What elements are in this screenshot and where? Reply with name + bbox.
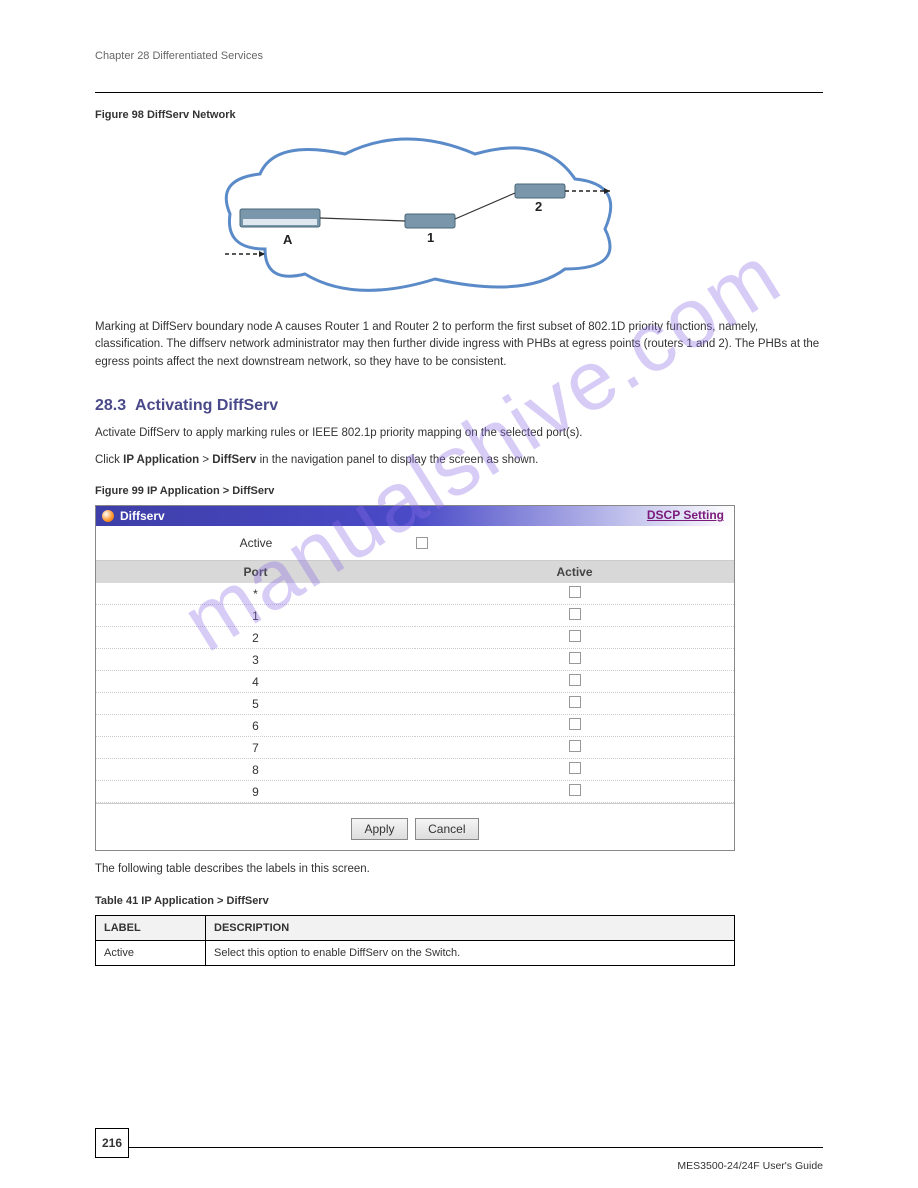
active-cell xyxy=(415,649,734,671)
header-rule xyxy=(95,92,823,93)
description-table: LABEL DESCRIPTION ActiveSelect this opti… xyxy=(95,915,735,966)
port-cell: * xyxy=(96,583,415,605)
port-cell: 1 xyxy=(96,605,415,627)
diffserv-screenshot: Diffserv DSCP Setting Active Port Active… xyxy=(95,505,735,851)
page-content: Chapter 28 Differentiated Services Figur… xyxy=(0,0,918,966)
active-cell xyxy=(415,671,734,693)
table-row: 5 xyxy=(96,693,734,715)
link-a-1 xyxy=(320,218,405,221)
section-title: Activating DiffServ xyxy=(135,397,278,414)
table-intro-text: The following table describes the labels… xyxy=(95,861,823,878)
active-cell xyxy=(415,693,734,715)
top-active-checkbox[interactable] xyxy=(416,537,428,549)
desc-label-header: LABEL xyxy=(96,915,206,940)
section-number: 28.3 xyxy=(95,397,126,414)
switch-a-device xyxy=(240,209,320,227)
port-active-checkbox[interactable] xyxy=(569,718,581,730)
screenshot-header: Diffserv DSCP Setting xyxy=(96,506,734,526)
dscp-setting-link[interactable]: DSCP Setting xyxy=(647,508,724,522)
port-cell: 5 xyxy=(96,693,415,715)
port-active-checkbox[interactable] xyxy=(569,586,581,598)
port-active-checkbox[interactable] xyxy=(569,696,581,708)
click-instruction: Click IP Application > DiffServ in the n… xyxy=(95,452,823,469)
port-table: Port Active *123456789 xyxy=(96,561,734,803)
desc-description-cell: Select this option to enable DiffServ on… xyxy=(206,940,735,965)
top-active-row: Active xyxy=(96,526,734,561)
page-footer: 216 MES3500-24/24F User's Guide xyxy=(95,1147,823,1148)
footer-guide-text: MES3500-24/24F User's Guide xyxy=(677,1160,823,1172)
port-active-checkbox[interactable] xyxy=(569,630,581,642)
button-row: Apply Cancel xyxy=(96,803,734,850)
top-active-label: Active xyxy=(96,536,416,550)
port-cell: 7 xyxy=(96,737,415,759)
table-row: 6 xyxy=(96,715,734,737)
table-row: 7 xyxy=(96,737,734,759)
click-pre: Click xyxy=(95,454,123,466)
router-2-device xyxy=(515,184,565,198)
table-row: 2 xyxy=(96,627,734,649)
table-41-caption: Table 41 IP Application > DiffServ xyxy=(95,895,823,907)
table-row: 9 xyxy=(96,781,734,803)
active-cell xyxy=(415,583,734,605)
activating-intro-text: Activate DiffServ to apply marking rules… xyxy=(95,425,823,442)
click-bold1: IP Application xyxy=(123,454,199,466)
port-active-checkbox[interactable] xyxy=(569,608,581,620)
apply-button[interactable]: Apply xyxy=(351,818,407,840)
link-1-2 xyxy=(455,193,515,219)
port-cell: 8 xyxy=(96,759,415,781)
port-active-checkbox[interactable] xyxy=(569,762,581,774)
port-active-checkbox[interactable] xyxy=(569,674,581,686)
table-row: 4 xyxy=(96,671,734,693)
port-cell: 2 xyxy=(96,627,415,649)
desc-description-header: DESCRIPTION xyxy=(206,915,735,940)
port-cell: 4 xyxy=(96,671,415,693)
table-row: * xyxy=(96,583,734,605)
table-row: 1 xyxy=(96,605,734,627)
footer-rule: 216 MES3500-24/24F User's Guide xyxy=(95,1147,823,1148)
click-bold2: DiffServ xyxy=(212,454,256,466)
label-a: A xyxy=(283,232,293,247)
screenshot-title: Diffserv xyxy=(120,509,165,523)
port-cell: 9 xyxy=(96,781,415,803)
diffserv-paragraph: Marking at DiffServ boundary node A caus… xyxy=(95,319,823,371)
section-heading: 28.3 Activating DiffServ xyxy=(95,397,823,415)
chapter-title: Chapter 28 Differentiated Services xyxy=(95,50,823,62)
header-dot-icon xyxy=(102,510,114,522)
active-cell xyxy=(415,737,734,759)
active-cell xyxy=(415,759,734,781)
figure-99-caption: Figure 99 IP Application > DiffServ xyxy=(95,485,823,497)
table-row: 3 xyxy=(96,649,734,671)
cancel-button[interactable]: Cancel xyxy=(415,818,478,840)
figure-98-caption: Figure 98 DiffServ Network xyxy=(95,109,823,121)
label-1: 1 xyxy=(427,230,434,245)
arrow-into-a xyxy=(225,251,265,257)
page-number: 216 xyxy=(95,1128,129,1158)
col-active-header: Active xyxy=(415,561,734,583)
port-cell: 6 xyxy=(96,715,415,737)
label-2: 2 xyxy=(535,199,542,214)
port-active-checkbox[interactable] xyxy=(569,784,581,796)
click-post: in the navigation panel to display the s… xyxy=(256,454,538,466)
port-active-checkbox[interactable] xyxy=(569,652,581,664)
desc-label-cell: Active xyxy=(96,940,206,965)
diffserv-network-diagram: A 1 2 xyxy=(205,129,635,309)
table-row: 8 xyxy=(96,759,734,781)
router-1-device xyxy=(405,214,455,228)
port-cell: 3 xyxy=(96,649,415,671)
figure-98-image: A 1 2 xyxy=(205,129,635,309)
active-cell xyxy=(415,605,734,627)
click-mid: > xyxy=(199,454,212,466)
active-cell xyxy=(415,627,734,649)
col-port-header: Port xyxy=(96,561,415,583)
port-active-checkbox[interactable] xyxy=(569,740,581,752)
active-cell xyxy=(415,715,734,737)
active-cell xyxy=(415,781,734,803)
table-row: ActiveSelect this option to enable DiffS… xyxy=(96,940,735,965)
